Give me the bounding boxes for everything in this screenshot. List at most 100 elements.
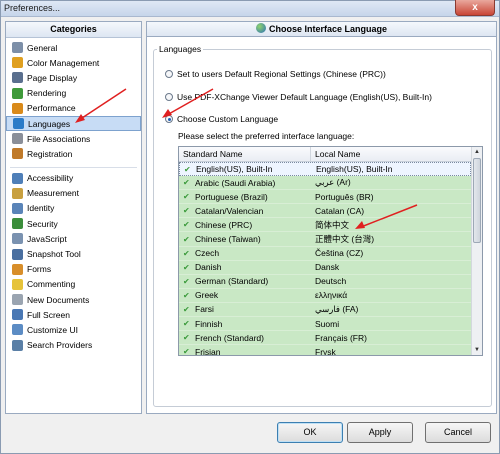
language-standard-name: Arabic (Saudi Arabia): [195, 177, 276, 188]
sidebar-item-label: General: [27, 42, 58, 53]
close-button[interactable]: x: [455, 0, 495, 16]
sidebar-item-forms[interactable]: Forms: [6, 262, 141, 277]
sidebar-item-search-providers[interactable]: Search Providers: [6, 338, 141, 353]
sidebar-item-label: Identity: [27, 203, 55, 214]
check-icon: ✔: [183, 220, 190, 230]
language-local-name: Português (BR): [315, 191, 374, 202]
sidebar-item-label: JavaScript: [27, 233, 67, 244]
check-icon: ✔: [183, 304, 190, 314]
language-row[interactable]: ✔ Danish Dansk: [179, 260, 471, 275]
language-row[interactable]: ✔ Arabic (Saudi Arabia) عربي (Ar): [179, 176, 471, 191]
language-standard-name: French (Standard): [195, 332, 264, 343]
sidebar-item-label: Search Providers: [27, 340, 93, 351]
apply-button[interactable]: Apply: [347, 422, 413, 443]
check-icon: ✔: [183, 234, 190, 244]
sidebar-item-identity[interactable]: Identity: [6, 201, 141, 216]
language-local-name: ελληνικά: [315, 290, 348, 301]
option-default-language-label: Use PDF-XChange Viewer Default Language …: [177, 92, 432, 102]
language-row[interactable]: ✔ Chinese (PRC) 简体中文: [179, 218, 471, 233]
column-local-name[interactable]: Local Name: [311, 147, 360, 161]
option-custom-language-label: Choose Custom Language: [177, 114, 279, 124]
radio-default-language[interactable]: [165, 93, 173, 101]
title-bar: Preferences... x: [1, 0, 499, 17]
sidebar-item-javascript[interactable]: JavaScript: [6, 231, 141, 246]
customize-ui-icon: [12, 324, 23, 336]
radio-custom-language[interactable]: [165, 115, 173, 123]
sidebar-item-security[interactable]: Security: [6, 216, 141, 231]
language-row[interactable]: ✔ Frisian Frysk: [179, 345, 471, 356]
radio-regional-settings[interactable]: [165, 70, 173, 78]
language-row[interactable]: ✔ Chinese (Taiwan) 正體中文 (台灣): [179, 232, 471, 247]
language-row[interactable]: ✔ Farsi فارسي (FA): [179, 302, 471, 318]
scroll-down-icon[interactable]: ▼: [472, 345, 482, 355]
new-documents-icon: [12, 294, 23, 306]
sidebar-item-languages[interactable]: Languages: [6, 115, 141, 132]
sidebar-item-commenting[interactable]: Commenting: [6, 277, 141, 292]
language-standard-cell: ✔ Czech: [179, 248, 311, 258]
language-row[interactable]: ✔ French (Standard) Français (FR): [179, 331, 471, 346]
language-row[interactable]: ✔ German (Standard) Deutsch: [179, 274, 471, 289]
check-icon: ✔: [183, 333, 190, 343]
javascript-icon: [12, 233, 23, 245]
language-standard-name: German (Standard): [195, 276, 269, 287]
sidebar-item-snapshot-tool[interactable]: Snapshot Tool: [6, 246, 141, 261]
sidebar-item-label: Customize UI: [27, 324, 79, 335]
content-header: Choose Interface Language: [146, 21, 497, 37]
full-screen-icon: [12, 309, 23, 321]
sidebar-item-label: Registration: [27, 148, 73, 159]
language-local-name: عربي (Ar): [315, 177, 351, 188]
sidebar-item-performance[interactable]: Performance: [6, 101, 141, 116]
sidebar-item-accessibility[interactable]: Accessibility: [6, 171, 141, 186]
sidebar-item-label: Rendering: [27, 88, 67, 99]
language-standard-name: Catalan/Valencian: [195, 205, 264, 216]
scroll-thumb[interactable]: [473, 158, 481, 243]
sidebar-item-label: Accessibility: [27, 173, 74, 184]
file-associations-icon: [12, 133, 23, 145]
security-icon: [12, 218, 23, 230]
language-local-name: Catalan (CA): [315, 205, 365, 216]
content-title: Choose Interface Language: [268, 24, 388, 34]
sidebar-item-page-display[interactable]: Page Display: [6, 70, 141, 85]
sidebar-item-registration[interactable]: Registration: [6, 146, 141, 161]
language-standard-cell: ✔ Finnish: [179, 319, 311, 329]
language-standard-name: Frisian: [195, 346, 221, 356]
language-row[interactable]: ✔ English(US), Built-In English(US), Built…: [179, 162, 471, 177]
ok-button[interactable]: OK: [277, 422, 343, 443]
sidebar-item-new-documents[interactable]: New Documents: [6, 292, 141, 307]
language-standard-cell: ✔ Catalan/Valencian: [179, 206, 311, 216]
language-standard-cell: ✔ Greek: [179, 290, 311, 300]
commenting-icon: [12, 278, 23, 290]
language-row[interactable]: ✔ Czech Čeština (CZ): [179, 246, 471, 261]
language-row[interactable]: ✔ Finnish Suomi: [179, 317, 471, 332]
sidebar-item-color-management[interactable]: Color Management: [6, 55, 141, 70]
column-standard-name[interactable]: Standard Name: [179, 147, 311, 161]
sidebar-item-full-screen[interactable]: Full Screen: [6, 307, 141, 322]
check-icon: ✔: [183, 248, 190, 258]
option-regional-settings[interactable]: Set to users Default Regional Settings (…: [165, 69, 386, 79]
sidebar-item-customize-ui[interactable]: Customize UI: [6, 322, 141, 337]
page-display-icon: [12, 72, 23, 84]
language-local-name: 简体中文: [315, 219, 350, 230]
language-row[interactable]: ✔ Portuguese (Brazil) Português (BR): [179, 190, 471, 205]
sidebar-item-file-associations[interactable]: File Associations: [6, 131, 141, 146]
cancel-button[interactable]: Cancel: [425, 422, 491, 443]
language-list[interactable]: Standard Name Local Name ✔ English(US), B…: [178, 146, 483, 356]
language-row[interactable]: ✔ Greek ελληνικά: [179, 288, 471, 303]
sidebar-item-label: Commenting: [27, 279, 76, 290]
option-custom-language[interactable]: Choose Custom Language: [165, 114, 278, 124]
sidebar-item-label: Measurement: [27, 188, 79, 199]
list-scrollbar[interactable]: ▲ ▼: [471, 147, 482, 355]
sidebar-item-general[interactable]: General: [6, 40, 141, 55]
language-local-name: Dansk: [315, 262, 340, 273]
language-local-name: فارسي (FA): [315, 303, 359, 314]
language-standard-cell: ✔ French (Standard): [179, 333, 311, 343]
sidebar-item-measurement[interactable]: Measurement: [6, 186, 141, 201]
scroll-up-icon[interactable]: ▲: [472, 147, 482, 157]
check-icon: ✔: [183, 347, 190, 356]
option-default-language[interactable]: Use PDF-XChange Viewer Default Language …: [165, 92, 432, 102]
sidebar-item-rendering[interactable]: Rendering: [6, 86, 141, 101]
language-row[interactable]: ✔ Catalan/Valencian Catalan (CA): [179, 204, 471, 219]
performance-icon: [12, 102, 23, 114]
language-standard-cell: ✔ Danish: [179, 262, 311, 272]
language-standard-cell: ✔ Farsi: [179, 304, 311, 314]
